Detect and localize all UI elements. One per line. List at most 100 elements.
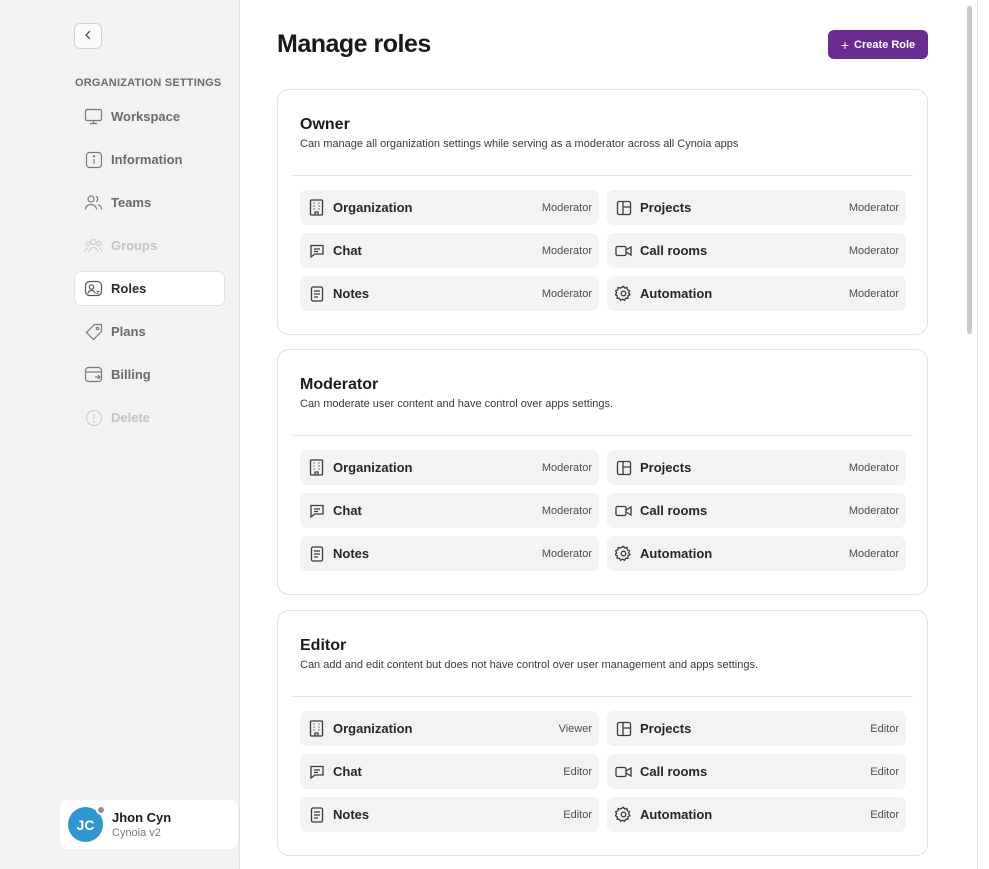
note-icon: [308, 806, 325, 823]
sidebar-item-label: Billing: [111, 367, 151, 382]
permission-call-rooms[interactable]: Call rooms Editor: [607, 754, 906, 789]
settings-nav: Workspace Information Teams Groups Roles: [74, 99, 225, 443]
role-description: Can moderate user content and have contr…: [300, 398, 614, 410]
permission-level[interactable]: Moderator: [542, 462, 592, 474]
permission-app-name: Call rooms: [640, 764, 708, 779]
permission-level[interactable]: Moderator: [542, 505, 592, 517]
permission-organization[interactable]: Organization Moderator: [300, 190, 599, 225]
role-card-moderator: Moderator Can moderate user content and …: [277, 349, 928, 595]
chat-icon: [308, 242, 325, 259]
permission-notes[interactable]: Notes Editor: [300, 797, 599, 832]
permission-app-name: Notes: [333, 546, 370, 561]
role-card-owner: Owner Can manage all organization settin…: [277, 89, 928, 335]
permission-level[interactable]: Moderator: [849, 505, 899, 517]
permission-organization[interactable]: Organization Moderator: [300, 450, 599, 485]
permission-chat[interactable]: Chat Editor: [300, 754, 599, 789]
info-icon: [84, 150, 103, 169]
billing-icon: [84, 365, 103, 384]
permission-level[interactable]: Moderator: [849, 288, 899, 300]
permission-automation[interactable]: Automation Moderator: [607, 276, 906, 311]
sidebar: ORGANIZATION SETTINGS Workspace Informat…: [0, 0, 240, 869]
permission-level[interactable]: Moderator: [542, 245, 592, 257]
permission-level[interactable]: Editor: [563, 766, 592, 778]
permission-app-name: Call rooms: [640, 503, 708, 518]
permission-app-name: Chat: [333, 503, 362, 518]
permission-level[interactable]: Moderator: [542, 288, 592, 300]
permission-automation[interactable]: Automation Editor: [607, 797, 906, 832]
sidebar-item-label: Information: [111, 152, 183, 167]
chat-icon: [308, 763, 325, 780]
permission-level[interactable]: Moderator: [542, 202, 592, 214]
scrollbar-thumb[interactable]: [967, 6, 972, 334]
permission-level[interactable]: Editor: [870, 723, 899, 735]
permission-projects[interactable]: Projects Moderator: [607, 190, 906, 225]
user-name: Jhon Cyn: [112, 810, 172, 825]
permission-level[interactable]: Moderator: [849, 202, 899, 214]
permission-app-name: Chat: [333, 764, 362, 779]
divider: [292, 696, 913, 697]
permission-level[interactable]: Moderator: [849, 548, 899, 560]
video-icon: [615, 502, 632, 519]
permission-level[interactable]: Moderator: [849, 462, 899, 474]
permission-projects[interactable]: Projects Moderator: [607, 450, 906, 485]
permission-projects[interactable]: Projects Editor: [607, 711, 906, 746]
permission-app-name: Projects: [640, 721, 692, 736]
permission-level[interactable]: Moderator: [849, 245, 899, 257]
permission-chat[interactable]: Chat Moderator: [300, 233, 599, 268]
permission-automation[interactable]: Automation Moderator: [607, 536, 906, 571]
back-button[interactable]: [74, 23, 102, 49]
section-label: ORGANIZATION SETTINGS: [75, 77, 222, 89]
permission-app-name: Projects: [640, 200, 692, 215]
main-content: Manage roles + Create Role Owner Can man…: [241, 0, 989, 869]
permission-organization[interactable]: Organization Viewer: [300, 711, 599, 746]
layout-icon: [615, 459, 632, 476]
permission-app-name: Notes: [333, 807, 370, 822]
permission-level[interactable]: Editor: [870, 766, 899, 778]
sidebar-item-label: Groups: [111, 238, 158, 253]
permission-notes[interactable]: Notes Moderator: [300, 276, 599, 311]
permission-app-name: Automation: [640, 286, 713, 301]
tag-icon: [84, 322, 103, 341]
sidebar-item-plans[interactable]: Plans: [74, 314, 225, 349]
sidebar-item-workspace[interactable]: Workspace: [74, 99, 225, 134]
status-dot: [96, 805, 106, 815]
group-icon: [84, 236, 103, 255]
permission-level[interactable]: Editor: [563, 809, 592, 821]
page-title: Manage roles: [277, 30, 431, 58]
permission-app-name: Call rooms: [640, 243, 708, 258]
plus-icon: +: [840, 36, 850, 53]
create-role-button[interactable]: + Create Role: [828, 30, 928, 59]
permission-app-name: Automation: [640, 546, 713, 561]
permission-call-rooms[interactable]: Call rooms Moderator: [607, 233, 906, 268]
permission-app-name: Organization: [333, 721, 413, 736]
user-subtitle: Cynoia v2: [112, 827, 161, 839]
sidebar-item-teams[interactable]: Teams: [74, 185, 225, 220]
permission-level[interactable]: Editor: [870, 809, 899, 821]
role-name: Editor: [300, 637, 347, 654]
content-edge: [977, 0, 978, 869]
permission-chat[interactable]: Chat Moderator: [300, 493, 599, 528]
sidebar-item-information[interactable]: Information: [74, 142, 225, 177]
permission-notes[interactable]: Notes Moderator: [300, 536, 599, 571]
avatar: JC: [68, 805, 106, 842]
building-icon: [308, 720, 325, 737]
sidebar-item-roles[interactable]: Roles: [74, 271, 225, 306]
video-icon: [615, 242, 632, 259]
user-profile-card[interactable]: JC Jhon Cyn Cynoia v2: [60, 800, 238, 849]
role-description: Can add and edit content but does not ha…: [300, 659, 759, 671]
permission-level[interactable]: Moderator: [542, 548, 592, 560]
sidebar-item-billing[interactable]: Billing: [74, 357, 225, 392]
video-icon: [615, 763, 632, 780]
permission-level[interactable]: Viewer: [559, 723, 592, 735]
divider: [292, 435, 913, 436]
gear-icon: [615, 285, 632, 302]
sidebar-item-delete[interactable]: Delete: [74, 400, 225, 435]
sidebar-item-groups[interactable]: Groups: [74, 228, 225, 263]
note-icon: [308, 285, 325, 302]
users-icon: [84, 193, 103, 212]
permission-grid: Organization Viewer Projects Editor Chat Edit…: [300, 711, 906, 832]
scrollbar[interactable]: [966, 0, 975, 869]
permission-app-name: Projects: [640, 460, 692, 475]
permission-call-rooms[interactable]: Call rooms Moderator: [607, 493, 906, 528]
note-icon: [308, 545, 325, 562]
